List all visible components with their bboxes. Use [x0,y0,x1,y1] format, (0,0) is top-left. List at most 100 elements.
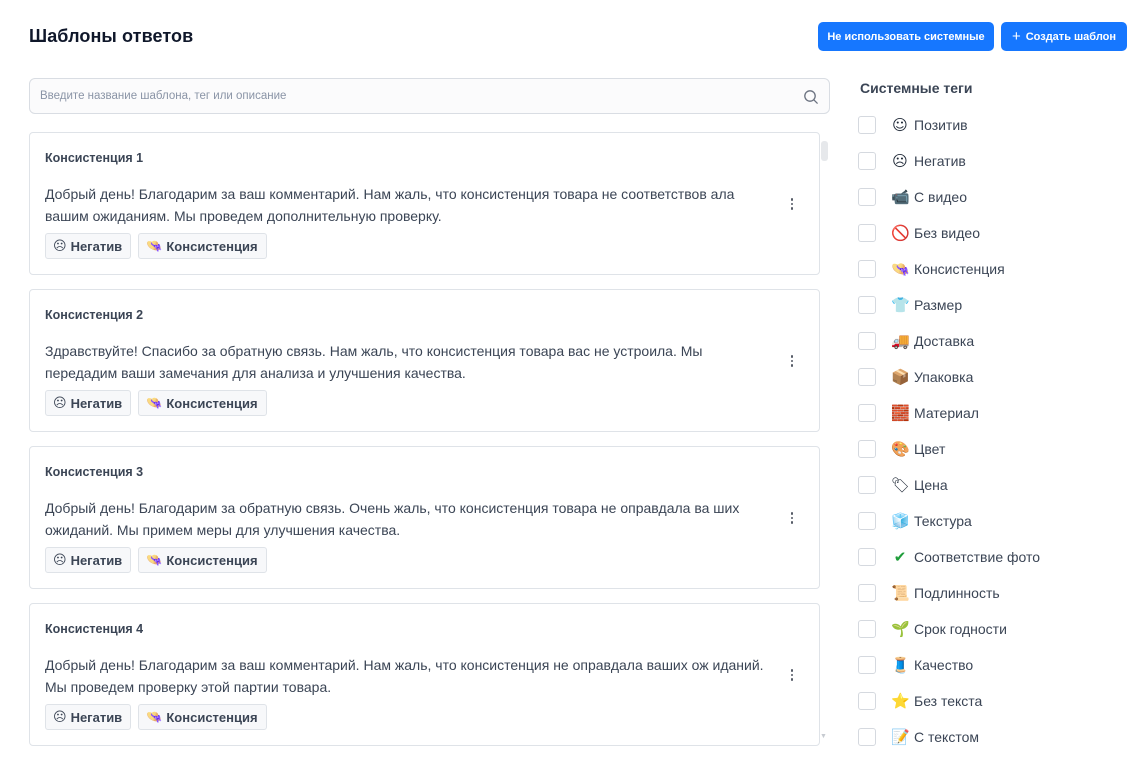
system-tag-positive[interactable]: ☺ Позитив [858,107,1118,143]
tag-label: Консистенция [914,261,1005,277]
tag-label: Консистенция [166,552,258,568]
system-tag-delivery[interactable]: 🚚 Доставка [858,323,1118,359]
tag-chip: 👒 Консистенция [138,390,267,416]
template-card[interactable]: Консистенция 3 Добрый день! Благодарим з… [29,446,820,589]
tag-checkbox[interactable] [858,584,876,602]
system-tag-packaging[interactable]: 📦 Упаковка [858,359,1118,395]
sad-face-icon: ☹ [892,151,908,170]
template-card[interactable]: Консистенция 4 Добрый день! Благодарим з… [29,603,820,746]
tag-checkbox[interactable] [858,224,876,242]
scroll-down-icon[interactable]: ▼ [820,733,827,740]
system-tags-title: Системные теги [860,80,973,96]
price-tag-icon: 🏷 [891,475,911,494]
tag-checkbox[interactable] [858,260,876,278]
system-tag-size[interactable]: 👕 Размер [858,287,1118,323]
seedling-icon: 🌱 [891,619,910,638]
system-tag-with-video[interactable]: 📹 С видео [858,179,1118,215]
more-options-icon[interactable] [784,664,800,686]
more-options-icon[interactable] [784,507,800,529]
tag-checkbox[interactable] [858,476,876,494]
tshirt-icon: 👕 [891,295,910,314]
disable-system-label: Не использовать системные [827,30,985,43]
tag-label: Негатив [70,238,123,254]
tag-label: С видео [914,189,967,205]
memo-icon: 📝 [891,727,910,746]
tag-chip: ☹ Негатив [45,390,132,416]
search-icon[interactable] [803,89,819,105]
search-input[interactable] [40,87,780,105]
hat-icon: 👒 [146,709,163,725]
sad-face-icon: ☹ [53,395,67,411]
smile-icon: ☺ [892,115,908,134]
tag-label: Консистенция [166,395,258,411]
search-box [29,78,830,114]
template-list: Консистенция 1 Добрый день! Благодарим з… [29,132,820,750]
tag-checkbox[interactable] [858,368,876,386]
template-text: Добрый день! Благодарим за ваш комментар… [45,657,764,695]
tag-checkbox[interactable] [858,728,876,746]
tag-checkbox[interactable] [858,332,876,350]
disable-system-button[interactable]: Не использовать системные [818,22,994,51]
system-tag-no-text[interactable]: ⭐ Без текста [858,683,1118,719]
system-tag-no-video[interactable]: 🚫 Без видео [858,215,1118,251]
system-tag-color[interactable]: 🎨 Цвет [858,431,1118,467]
prohibited-icon: 🚫 [891,223,910,242]
system-tag-material[interactable]: 🧱 Материал [858,395,1118,431]
tag-label: Текстура [914,513,972,529]
tag-checkbox[interactable] [858,620,876,638]
brick-icon: 🧱 [891,403,910,422]
system-tag-negative[interactable]: ☹ Негатив [858,143,1118,179]
system-tag-quality[interactable]: 🧵 Качество [858,647,1118,683]
tag-chip: ☹ Негатив [45,547,132,573]
more-options-icon[interactable] [784,193,800,215]
tag-chip: 👒 Консистенция [138,547,267,573]
template-card[interactable]: Консистенция 2 Здравствуйте! Спасибо за … [29,289,820,432]
system-tag-price[interactable]: 🏷 Цена [858,467,1118,503]
scroll-icon: 📜 [891,583,910,602]
checkmark-icon: ✔ [893,547,907,566]
system-tag-texture[interactable]: 🧊 Текстура [858,503,1118,539]
hat-icon: 👒 [146,238,163,254]
tag-label: Негатив [70,709,123,725]
tag-label: Упаковка [914,369,974,385]
hat-icon: 👒 [146,552,163,568]
tag-checkbox[interactable] [858,440,876,458]
tag-checkbox[interactable] [858,404,876,422]
tag-checkbox[interactable] [858,548,876,566]
tag-checkbox[interactable] [858,116,876,134]
template-text: Здравствуйте! Спасибо за обратную связь.… [45,343,703,381]
template-tags: ☹ Негатив 👒 Консистенция [45,390,267,416]
tag-checkbox[interactable] [858,656,876,674]
tag-label: Негатив [70,395,123,411]
system-tag-photo-match[interactable]: ✔ Соответствие фото [858,539,1118,575]
system-tag-consistency[interactable]: 👒 Консистенция [858,251,1118,287]
tag-checkbox[interactable] [858,692,876,710]
tag-checkbox[interactable] [858,188,876,206]
tag-label: Срок годности [914,621,1007,637]
tag-checkbox[interactable] [858,296,876,314]
tag-label: Позитив [914,117,968,133]
tag-label: Негатив [914,153,966,169]
template-tags: ☹ Негатив 👒 Консистенция [45,233,267,259]
system-tag-shelf-life[interactable]: 🌱 Срок годности [858,611,1118,647]
template-title: Консистенция 4 [45,622,144,636]
more-options-icon[interactable] [784,350,800,372]
create-template-button[interactable]: + Создать шаблон [1001,22,1127,51]
plus-icon: + [1011,27,1021,45]
tag-chip: 👒 Консистенция [138,233,267,259]
tag-checkbox[interactable] [858,152,876,170]
scrollbar-thumb[interactable] [821,141,828,161]
template-card[interactable]: Консистенция 1 Добрый день! Благодарим з… [29,132,820,275]
tag-checkbox[interactable] [858,512,876,530]
tag-label: Подлинность [914,585,1000,601]
tag-label: Цвет [914,441,946,457]
hat-icon: 👒 [891,259,910,278]
system-tag-with-text[interactable]: 📝 С текстом [858,719,1118,755]
star-icon: ⭐ [891,691,910,710]
template-title: Консистенция 3 [45,465,144,479]
system-tag-authenticity[interactable]: 📜 Подлинность [858,575,1118,611]
tag-label: С текстом [914,729,979,745]
tag-label: Соответствие фото [914,549,1041,565]
template-tags: ☹ Негатив 👒 Консистенция [45,547,267,573]
template-title: Консистенция 2 [45,308,144,322]
